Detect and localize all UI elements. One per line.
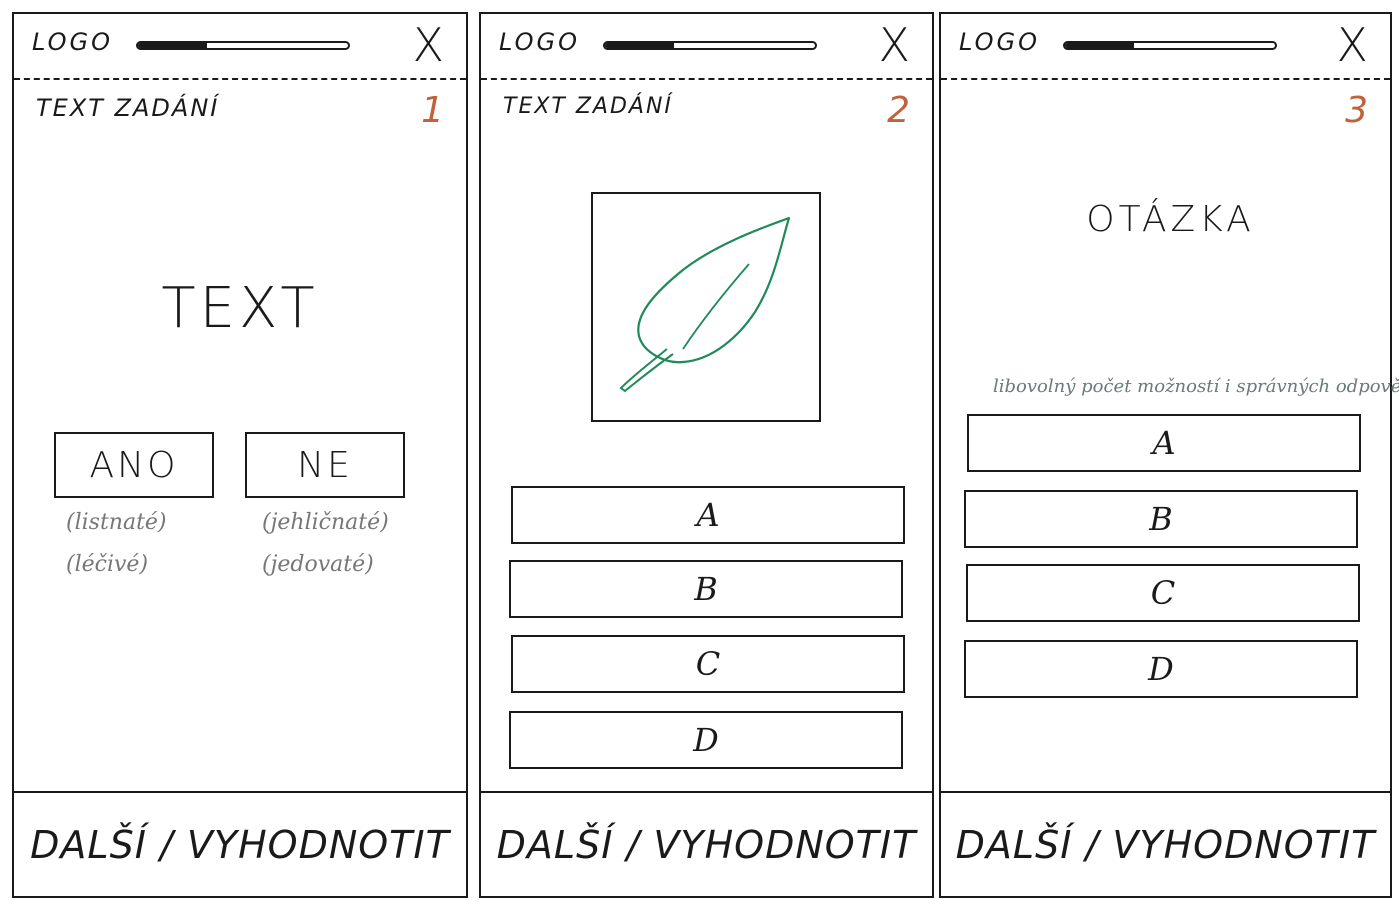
option-d[interactable]: D	[964, 640, 1358, 698]
footer-action-button[interactable]: DALŠÍ / VYHODNOTIT	[14, 791, 466, 896]
no-hint: (jedovaté)	[262, 552, 374, 577]
yes-button[interactable]: ANO	[54, 432, 214, 498]
option-c[interactable]: C	[966, 564, 1360, 622]
option-a[interactable]: A	[967, 414, 1361, 472]
options-note: libovolný počet možností i správných odp…	[993, 376, 1399, 397]
yes-hint: (léčivé)	[66, 552, 149, 577]
step-number: 3	[1345, 90, 1368, 131]
screen-multiple-choice: LOGO X 3 OTÁZKA libovolný počet možností…	[939, 12, 1399, 898]
option-b[interactable]: B	[964, 490, 1358, 548]
close-icon[interactable]: X	[878, 22, 910, 68]
task-label: TEXT ZADÁNÍ	[36, 94, 220, 122]
screen-image-question: LOGO X TEXT ZADÁNÍ 2 A B C D DALŠÍ / VYH…	[479, 12, 934, 898]
step-number: 2	[887, 90, 910, 131]
no-button[interactable]: NE	[245, 432, 405, 498]
logo: LOGO	[32, 28, 114, 56]
yes-hint: (listnaté)	[66, 510, 167, 535]
logo: LOGO	[959, 28, 1041, 56]
option-a[interactable]: A	[511, 486, 905, 544]
no-hints: (jehličnaté) (jedovaté)	[262, 502, 389, 586]
footer-action-label: DALŠÍ / VYHODNOTIT	[30, 822, 450, 867]
logo: LOGO	[499, 28, 581, 56]
footer-action-button[interactable]: DALŠÍ / VYHODNOTIT	[481, 791, 932, 896]
footer-action-button[interactable]: DALŠÍ / VYHODNOTIT	[941, 791, 1390, 896]
close-icon[interactable]: X	[412, 22, 444, 68]
yes-hints: (listnaté) (léčivé)	[66, 502, 167, 586]
progress-bar	[136, 41, 350, 50]
screen-true-false: LOGO X TEXT ZADÁNÍ 1 TEXT ANO NE (listna…	[12, 12, 468, 898]
header-divider	[481, 78, 932, 80]
header-divider	[941, 78, 1390, 80]
question-text: OTÁZKA	[1086, 199, 1255, 240]
option-b[interactable]: B	[509, 560, 903, 618]
leaf-icon	[619, 216, 791, 393]
footer-action-label: DALŠÍ / VYHODNOTIT	[496, 822, 917, 867]
footer-action-label: DALŠÍ / VYHODNOTIT	[955, 822, 1376, 867]
progress-bar	[1063, 41, 1277, 50]
option-c[interactable]: C	[511, 635, 905, 693]
progress-fill	[605, 43, 675, 48]
progress-fill	[1065, 43, 1135, 48]
step-number: 1	[421, 90, 444, 131]
main-text: TEXT	[161, 276, 319, 341]
option-d[interactable]: D	[509, 711, 903, 769]
progress-bar	[603, 41, 817, 50]
header-divider	[14, 78, 466, 80]
question-image	[591, 192, 821, 422]
progress-fill	[138, 43, 208, 48]
close-icon[interactable]: X	[1336, 22, 1368, 68]
task-label: TEXT ZADÁNÍ	[503, 94, 673, 119]
no-hint: (jehličnaté)	[262, 510, 389, 535]
